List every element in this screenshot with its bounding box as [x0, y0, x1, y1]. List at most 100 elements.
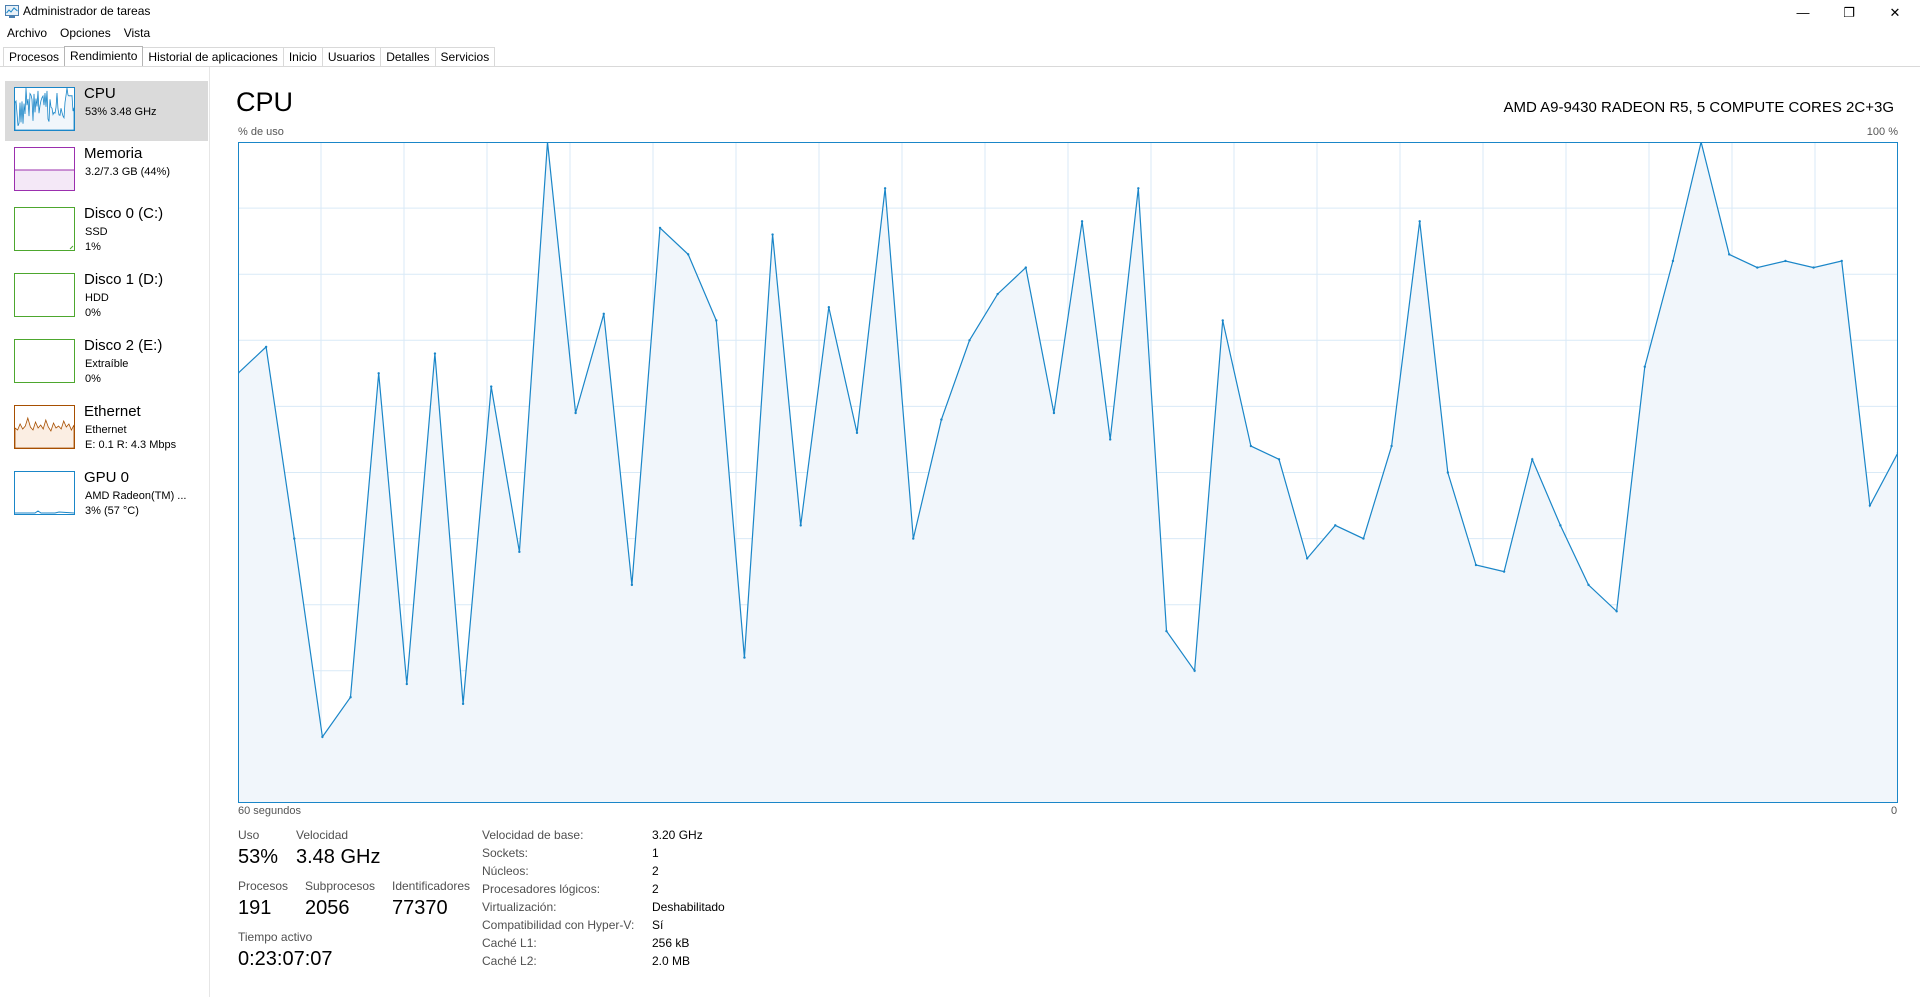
cpu-usage-point [1221, 319, 1224, 322]
cpu-usage-point [264, 345, 268, 349]
cpu-usage-point [1418, 220, 1421, 223]
menu-bar: Archivo Opciones Vista [0, 24, 156, 42]
stat-velocidad-value: 3.48 GHz [296, 846, 381, 868]
sidebar-item-value: 1% [85, 241, 101, 253]
resource-sidebar: CPU 53% 3.48 GHz Memoria 3.2/7.3 GB (44%… [0, 67, 210, 997]
cpu-usage-point [1756, 266, 1759, 269]
spec-key: Sockets: [482, 846, 529, 860]
cpu-usage-point [490, 385, 493, 388]
minimize-icon: — [1796, 5, 1810, 20]
cpu-usage-point [996, 292, 999, 296]
cpu-usage-point [1277, 458, 1281, 461]
stat-tiempo-value: 0:23:07:07 [238, 948, 333, 970]
cpu-usage-point [1502, 570, 1506, 573]
cpu-usage-point [1390, 444, 1393, 448]
sidebar-item-gpu-0[interactable]: GPU 0 AMD Radeon(TM) ... 3% (57 °C) [5, 467, 208, 527]
stat-subprocesos-value: 2056 [305, 897, 350, 919]
menu-opciones[interactable]: Opciones [53, 24, 117, 42]
sidebar-item-disco-1[interactable]: Disco 1 (D:) HDD 0% [5, 269, 208, 329]
cpu-usage-point [1615, 610, 1618, 613]
spec-value: 2 [652, 882, 659, 896]
cpu-usage-point [1137, 187, 1140, 190]
sidebar-item-disco-2[interactable]: Disco 2 (E:) Extraíble 0% [5, 335, 208, 395]
cpu-usage-point [686, 253, 690, 256]
cpu-usage-point [1559, 524, 1562, 527]
menu-vista[interactable]: Vista [117, 24, 156, 42]
disk-graph-icon [14, 339, 75, 383]
stat-subprocesos-label: Subprocesos [305, 879, 376, 893]
disk-graph-icon [14, 273, 75, 317]
y-axis-max-label: 100 % [1866, 126, 1898, 138]
sidebar-item-ethernet[interactable]: Ethernet Ethernet E: 0.1 R: 4.3 Mbps [5, 401, 208, 461]
cpu-usage-point [1587, 583, 1590, 587]
cpu-usage-point [602, 312, 605, 316]
cpu-model-name: AMD A9-9430 RADEON R5, 5 COMPUTE CORES 2… [1503, 99, 1894, 116]
minimize-button[interactable]: — [1780, 0, 1826, 25]
cpu-usage-point [1362, 537, 1365, 540]
cpu-usage-point [1446, 471, 1450, 474]
cpu-usage-point [1193, 669, 1196, 672]
x-axis-left-label: 60 segundos [238, 805, 301, 817]
stat-identificadores-value: 77370 [392, 897, 448, 919]
sidebar-item-detail: SSD [85, 226, 108, 238]
spec-key: Velocidad de base: [482, 828, 584, 842]
gpu-graph-icon [14, 471, 75, 515]
menu-archivo[interactable]: Archivo [0, 24, 53, 42]
stat-procesos-label: Procesos [238, 879, 289, 893]
cpu-usage-point [1727, 253, 1731, 256]
cpu-usage-point [518, 550, 521, 554]
tab-servicios[interactable]: Servicios [434, 47, 496, 67]
cpu-usage-point [630, 583, 634, 587]
stat-tiempo-label: Tiempo activo [238, 930, 313, 944]
cpu-usage-point [574, 411, 577, 415]
memory-graph-icon [14, 147, 75, 191]
spec-value: 2 [652, 864, 659, 878]
cpu-usage-point [1643, 365, 1646, 368]
spec-key: Caché L1: [482, 936, 537, 950]
sidebar-item-detail: 3.2/7.3 GB (44%) [85, 166, 170, 178]
cpu-usage-point [883, 187, 887, 190]
tab-divider [0, 66, 1920, 67]
window-title: Administrador de tareas [23, 4, 151, 18]
page-title: CPU [236, 87, 294, 117]
tab-inicio[interactable]: Inicio [282, 47, 323, 67]
tab-rendimiento[interactable]: Rendimiento [64, 46, 144, 67]
cpu-usage-point [405, 682, 409, 686]
spec-value: 2.0 MB [652, 954, 691, 968]
sidebar-item-detail: AMD Radeon(TM) ... [85, 490, 187, 502]
stat-velocidad-label: Velocidad [296, 828, 349, 842]
stat-uso-value: 53% [238, 846, 279, 868]
cpu-usage-point [1531, 458, 1534, 461]
sidebar-item-label: Disco 2 (E:) [84, 337, 163, 354]
sidebar-item-memoria[interactable]: Memoria 3.2/7.3 GB (44%) [5, 143, 208, 195]
stat-uso-label: Uso [238, 828, 260, 842]
close-button[interactable]: ✕ [1872, 0, 1918, 25]
cpu-usage-point [1305, 557, 1309, 560]
cpu-usage-point [321, 735, 324, 739]
stat-identificadores-label: Identificadores [392, 879, 471, 893]
sidebar-item-label: Memoria [84, 145, 143, 162]
restore-button[interactable]: ❐ [1826, 0, 1872, 25]
tab-historial[interactable]: Historial de aplicaciones [142, 47, 284, 67]
task-manager-icon [5, 5, 19, 18]
cpu-graph-icon [14, 87, 75, 131]
spec-key: Núcleos: [482, 864, 529, 878]
cpu-usage-point [377, 372, 380, 375]
tab-procesos[interactable]: Procesos [3, 47, 66, 67]
sidebar-item-detail: Ethernet [85, 424, 127, 436]
cpu-usage-chart [238, 142, 1898, 803]
tab-usuarios[interactable]: Usuarios [321, 47, 382, 67]
sidebar-item-disco-0[interactable]: Disco 0 (C:) SSD 1% [5, 203, 208, 263]
cpu-usage-point [658, 226, 662, 230]
cpu-usage-point [1080, 220, 1084, 223]
restore-icon: ❐ [1843, 4, 1855, 20]
tab-detalles[interactable]: Detalles [380, 47, 436, 67]
cpu-usage-point [1784, 259, 1787, 263]
cpu-thumb-line [15, 88, 74, 130]
cpu-usage-point [1868, 504, 1872, 507]
cpu-usage-point [855, 431, 859, 435]
cpu-usage-point [433, 352, 437, 355]
cpu-usage-point [1165, 629, 1168, 633]
sidebar-item-label: CPU [84, 85, 116, 102]
sidebar-item-cpu[interactable]: CPU 53% 3.48 GHz [5, 81, 208, 141]
